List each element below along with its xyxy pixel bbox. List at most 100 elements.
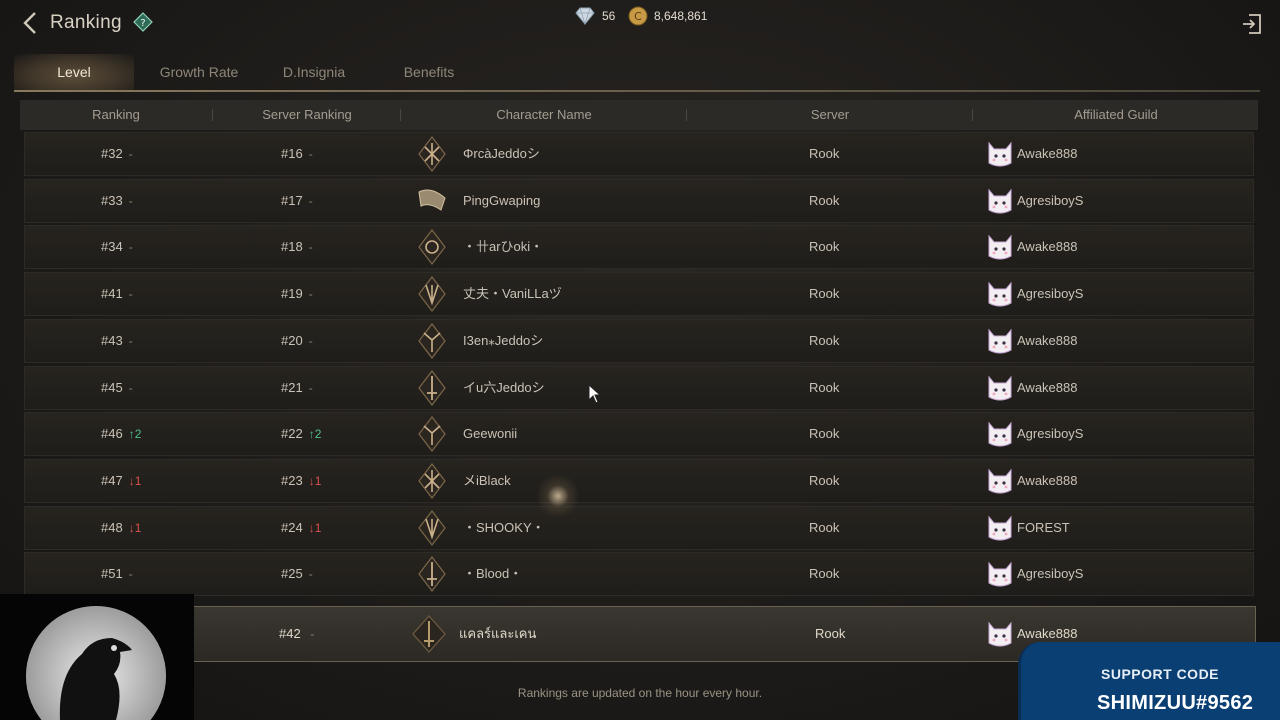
guild-name: AgresiboyS bbox=[1017, 286, 1084, 302]
guild-name: Awake888 bbox=[1017, 146, 1078, 161]
table-row[interactable]: #43- #20- I3en⁎Jeddoシ Rook Awake888 bbox=[24, 318, 1254, 363]
rank-change: - bbox=[128, 147, 133, 161]
svg-text:?: ? bbox=[140, 18, 145, 29]
table-row[interactable]: #47 ↓1 #23 ↓1 メiBlack Rook Awake888 bbox=[24, 458, 1254, 503]
server-rank-cell: #24 ↓1 bbox=[281, 507, 351, 549]
rank-value: #43 bbox=[101, 332, 123, 348]
guild-name: Awake888 bbox=[1017, 472, 1078, 488]
guild-emblem bbox=[987, 553, 1013, 595]
my-class-emblem bbox=[411, 607, 447, 661]
class-emblem-icon bbox=[418, 229, 446, 266]
class-emblem-icon bbox=[418, 136, 446, 172]
table-row[interactable]: #33- #17- PingGwaping Rook AgresiboyS bbox=[24, 178, 1254, 223]
table-row[interactable]: #41- #19- 丈夫・VaniLLaヅ Rook AgresiboyS bbox=[24, 272, 1254, 317]
cat-guild-icon bbox=[988, 141, 1012, 167]
table-row[interactable]: #34- #18- ・卄arひoki・ Rook Awake888 bbox=[24, 225, 1254, 270]
class-emblem-icon bbox=[418, 322, 446, 359]
class-emblem bbox=[415, 320, 449, 362]
server-rank-cell: #16- bbox=[281, 133, 351, 175]
gold-amount: 8,648,861 bbox=[654, 9, 708, 23]
class-emblem-icon bbox=[418, 189, 446, 211]
server-rank-change: ↑2 bbox=[308, 427, 322, 442]
server-rank-cell: #19- bbox=[281, 273, 351, 315]
table-row[interactable]: #46 ↑2 #22 ↑2 Geewonii Rook AgresiboyS bbox=[24, 412, 1254, 457]
rank-value: #46 bbox=[101, 426, 123, 442]
rank-cell: #51- bbox=[101, 553, 171, 595]
server-rank-change: ↓1 bbox=[308, 473, 322, 488]
rank-cell: #48 ↓1 bbox=[101, 507, 171, 549]
server-rank-change: - bbox=[308, 147, 313, 161]
help-icon[interactable]: ? bbox=[133, 12, 153, 32]
gem-counter: 56 bbox=[574, 7, 615, 25]
cat-guild-icon bbox=[988, 235, 1012, 260]
tab-divider bbox=[14, 90, 1260, 92]
column-separator bbox=[972, 109, 973, 121]
svg-text:C: C bbox=[634, 10, 642, 23]
server-rank-cell: #18- bbox=[281, 226, 351, 268]
server-rank-change: - bbox=[308, 193, 313, 208]
server-rank-cell: #22 ↑2 bbox=[281, 413, 351, 455]
rank-change: - bbox=[128, 567, 133, 582]
rank-change: ↑2 bbox=[128, 427, 142, 442]
support-code-label: SUPPORT CODE bbox=[1101, 666, 1220, 682]
rank-change: ↓1 bbox=[128, 520, 142, 535]
cat-guild-icon bbox=[988, 281, 1012, 307]
table-row[interactable]: #32- #16- ΦrcàJeddoシ Rook Awake888 bbox=[24, 132, 1254, 176]
page-title: Ranking bbox=[50, 12, 122, 33]
tab-growth-rate[interactable]: Growth Rate bbox=[134, 54, 264, 90]
character-name: ・卄arひoki・ bbox=[463, 239, 544, 255]
gem-amount: 56 bbox=[602, 9, 616, 23]
character-name: ΦrcàJeddoシ bbox=[463, 146, 540, 161]
column-affiliated-guild: Affiliated Guild bbox=[1074, 107, 1158, 122]
tab-benefits[interactable]: Benefits bbox=[364, 54, 494, 90]
support-code-value: SHIMIZUU#9562 bbox=[1097, 692, 1254, 714]
class-emblem bbox=[415, 553, 449, 595]
exit-icon[interactable] bbox=[1240, 12, 1264, 36]
server-rank-cell: #21- bbox=[281, 367, 351, 409]
server-rank-value: #16 bbox=[281, 146, 303, 161]
class-emblem-icon bbox=[418, 276, 446, 313]
column-separator bbox=[212, 109, 213, 121]
table-row[interactable]: #45- #21- イu六Jeddoシ Rook Awake888 bbox=[24, 365, 1254, 410]
column-character-name: Character Name bbox=[496, 107, 592, 122]
rank-change: - bbox=[128, 333, 133, 348]
column-separator bbox=[400, 109, 401, 121]
class-emblem bbox=[415, 180, 449, 222]
class-emblem bbox=[415, 226, 449, 268]
cat-guild-icon bbox=[988, 515, 1012, 541]
class-emblem-icon bbox=[418, 416, 446, 453]
rank-change: - bbox=[128, 287, 133, 302]
character-name: Geewonii bbox=[463, 426, 518, 442]
server-rank-value: #24 bbox=[281, 519, 303, 535]
rank-change: - bbox=[128, 193, 133, 208]
guild-emblem bbox=[987, 507, 1013, 549]
guild-name: AgresiboyS bbox=[1017, 426, 1084, 442]
cat-guild-icon bbox=[988, 468, 1012, 494]
rank-cell: #32- bbox=[101, 133, 171, 175]
my-server-rank-change: - bbox=[310, 627, 315, 641]
back-arrow-icon[interactable] bbox=[20, 10, 42, 36]
server-rank-change: - bbox=[308, 380, 313, 395]
my-character-name: แคลร์และเคน bbox=[459, 626, 537, 641]
rank-cell: #46 ↑2 bbox=[101, 413, 171, 455]
server-name: Rook bbox=[809, 286, 840, 302]
rank-value: #47 bbox=[101, 472, 123, 488]
guild-name: Awake888 bbox=[1017, 379, 1078, 395]
server-rank-cell: #25- bbox=[281, 553, 351, 595]
rank-cell: #45- bbox=[101, 367, 171, 409]
character-name: PingGwaping bbox=[463, 192, 541, 208]
rank-change: ↓1 bbox=[128, 473, 142, 488]
server-name: Rook bbox=[809, 146, 840, 161]
tab-level[interactable]: Level bbox=[14, 54, 134, 90]
class-emblem bbox=[415, 507, 449, 549]
my-server-rank: #42 - bbox=[279, 607, 314, 661]
table-row[interactable]: #48 ↓1 #24 ↓1 ・SHOOKY・ Rook FOREST bbox=[24, 505, 1254, 550]
support-code-banner: SUPPORT CODE SHIMIZUU#9562 bbox=[1018, 642, 1280, 720]
character-name: イu六Jeddoシ bbox=[463, 379, 545, 395]
tab-d-insignia[interactable]: D.Insignia bbox=[264, 54, 364, 90]
table-row[interactable]: #51- #25- ・Blood・ Rook AgresiboyS bbox=[24, 552, 1254, 597]
guild-emblem bbox=[987, 180, 1013, 222]
rank-cell: #43- bbox=[101, 320, 171, 362]
guild-name: FOREST bbox=[1017, 519, 1070, 535]
server-rank-value: #18 bbox=[281, 239, 303, 255]
